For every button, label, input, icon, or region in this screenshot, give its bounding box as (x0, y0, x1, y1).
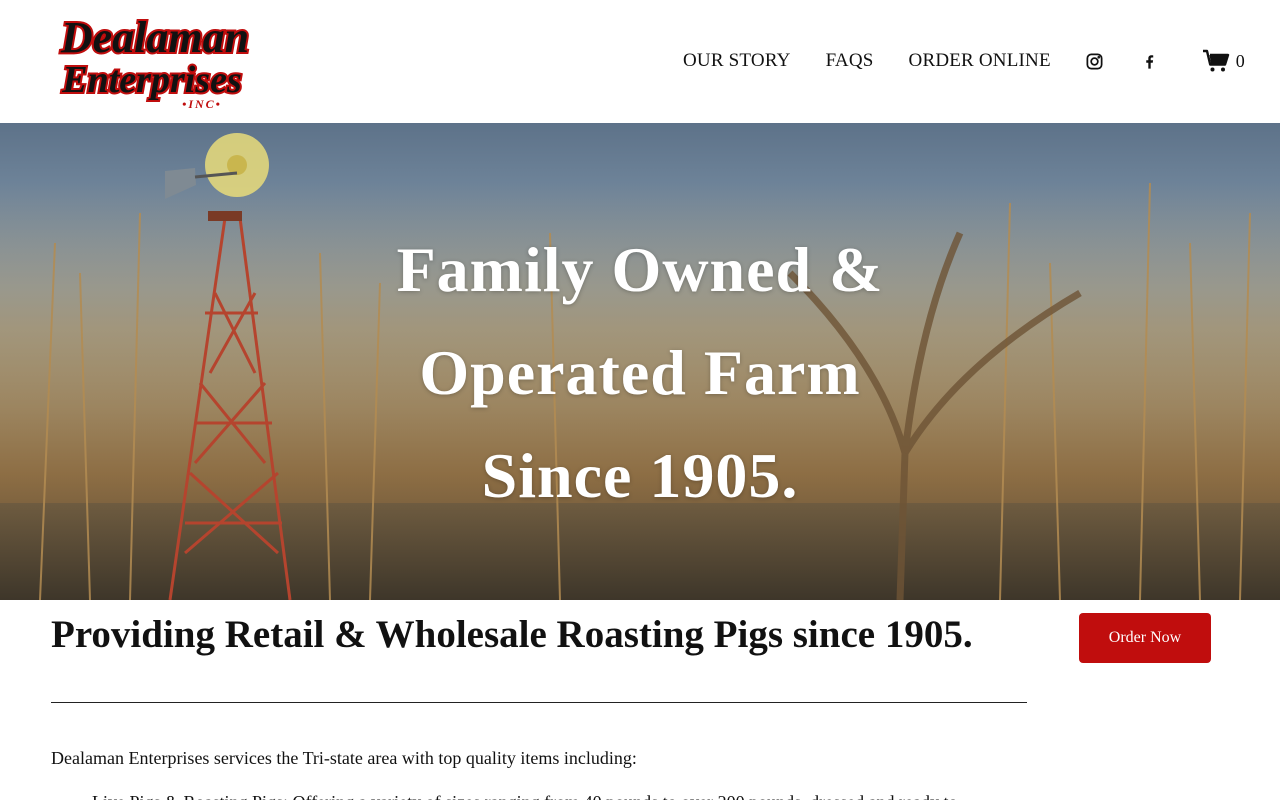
cart-button[interactable]: 0 (1202, 49, 1245, 73)
logo-line-2: Enterprises (61, 59, 241, 101)
order-now-button[interactable]: Order Now (1079, 613, 1211, 663)
instagram-icon[interactable] (1085, 51, 1105, 71)
hero-title-line-3: Since 1905. (481, 440, 799, 511)
logo-line-3: •INC• (182, 97, 222, 111)
site-header: Dealaman Enterprises •INC• OUR STORY FAQ… (0, 0, 1280, 123)
cart-icon (1202, 49, 1229, 72)
hero-title: Family Owned & Operated Farm Since 1905. (0, 218, 1280, 527)
hero-title-line-2: Operated Farm (419, 337, 861, 408)
intro-paragraph: Dealaman Enterprises services the Tri-st… (51, 748, 637, 768)
nav-order-online[interactable]: ORDER ONLINE (909, 50, 1051, 72)
hero-title-line-1: Family Owned & (396, 234, 884, 305)
main-nav: OUR STORY FAQS ORDER ONLINE 0 (683, 48, 1245, 74)
facebook-icon[interactable] (1140, 51, 1160, 71)
dealaman-logo: Dealaman Enterprises •INC• (58, 12, 251, 111)
cart-count: 0 (1235, 50, 1245, 71)
nav-our-story[interactable]: OUR STORY (683, 50, 791, 72)
nav-faqs[interactable]: FAQS (826, 50, 874, 72)
hero-banner: Family Owned & Operated Farm Since 1905. (0, 123, 1280, 600)
list-item: Live Pigs & Roasting Pigs: Offering a va… (92, 792, 1232, 800)
logo-line-1: Dealaman (60, 13, 249, 62)
tagline-heading: Providing Retail & Wholesale Roasting Pi… (51, 613, 973, 656)
site-logo[interactable]: Dealaman Enterprises •INC• (50, 12, 260, 112)
section-divider (51, 702, 1027, 703)
